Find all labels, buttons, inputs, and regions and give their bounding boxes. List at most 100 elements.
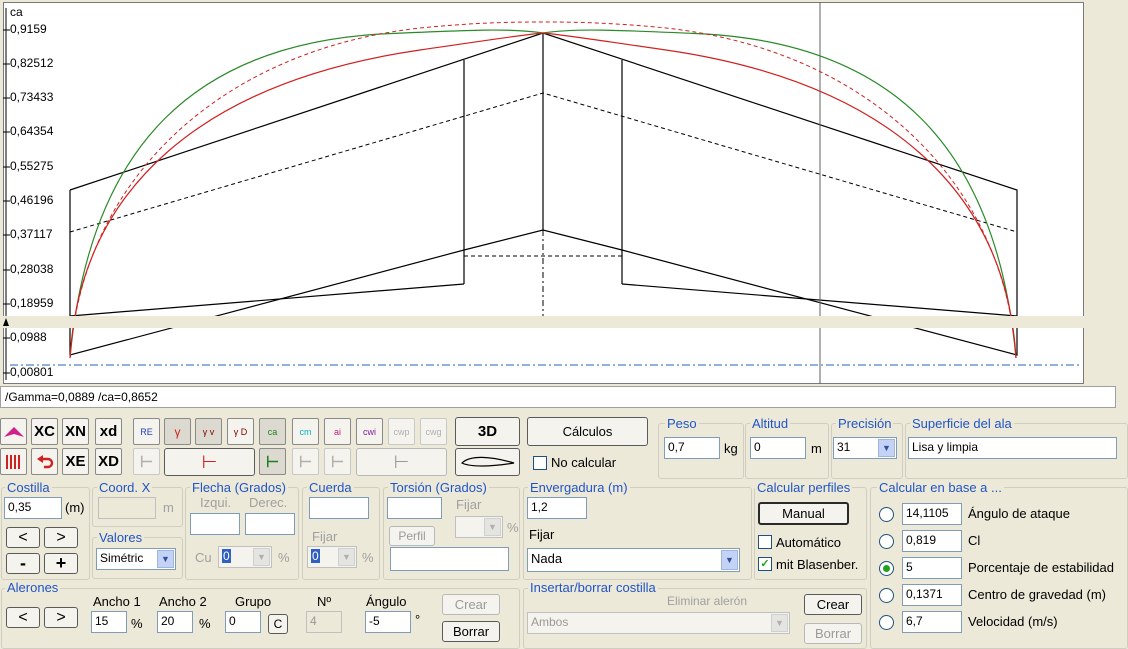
aleron-prev-button[interactable]: < [6,607,40,628]
chevron-down-icon[interactable]: ▼ [338,548,355,566]
calc-base-input[interactable]: 6,7 [902,611,962,633]
envergadura-input[interactable]: 1,2 [527,497,587,519]
xc-button[interactable]: XC [31,418,58,445]
cuerda-input[interactable] [309,497,369,519]
superficie-field[interactable]: Lisa y limpia [908,437,1117,459]
curve-gamma-button[interactable]: γ [164,418,191,445]
costilla-borrar-button[interactable]: Borrar [804,623,862,644]
envergadura-fijar-select[interactable]: Nada ▼ [527,548,740,572]
curve-cm-button[interactable]: cm [292,418,319,445]
y-tick-label: 0,73433 [10,90,54,104]
costilla-title: Costilla [5,480,52,495]
precision-select[interactable]: 31 ▼ [833,437,897,459]
torsion-input[interactable] [387,497,442,519]
blasenber-checkbox[interactable]: ✓ [758,557,772,571]
costilla-next-button[interactable]: > [44,527,78,548]
torsion-fijar-select[interactable]: ▼ [455,516,503,538]
aleron-crear-button[interactable]: Crear [442,594,500,615]
coordx-input[interactable] [98,497,156,519]
y-axis-label: ca [10,5,23,19]
altitud-unit: m [811,441,822,456]
peso-input[interactable]: 0,7 [664,437,720,459]
curve-gamma-d-button[interactable]: γ D [227,418,254,445]
chevron-down-icon[interactable]: ▼ [878,439,895,457]
ambos-select[interactable]: Ambos ▼ [527,612,790,634]
xd-button[interactable]: XD [95,448,122,475]
view-3d-button[interactable]: 3D [455,417,520,446]
xe-button[interactable]: XE [62,448,89,475]
ancho1-input[interactable]: 15 [91,611,127,633]
xn-button[interactable]: XN [62,418,89,445]
align-center-red-button[interactable]: ⊢ [164,448,255,476]
align-2-button[interactable]: ⊢ [292,448,319,475]
calc-base-radio[interactable] [879,615,894,630]
calc-base-radio[interactable] [879,507,894,522]
calculos-button[interactable]: Cálculos [527,417,648,446]
costilla-crear-button[interactable]: Crear [804,594,862,615]
calc-base-radio[interactable] [879,588,894,603]
valores-select[interactable]: Simétric ▼ [96,548,176,570]
peso-title: Peso [665,416,699,431]
wing-view-button[interactable] [0,418,27,445]
chevron-down-icon[interactable]: ▼ [771,614,788,632]
grupo-input[interactable]: 0 [225,611,261,633]
calc-base-input[interactable]: 0,1371 [902,584,962,606]
n-input[interactable]: 4 [306,611,342,633]
ancho2-input[interactable]: 20 [157,611,193,633]
calc-perfiles-title: Calcular perfiles [755,480,853,495]
calc-base-radio[interactable] [879,534,894,549]
angulo-input[interactable]: -5 [365,611,411,633]
no-calcular-checkbox[interactable] [533,456,547,470]
align-red-icon: ⊢ [201,451,218,472]
airfoil-button[interactable] [455,448,520,476]
angulo-label: Ángulo [366,594,407,609]
calc-base-input[interactable]: 14,1105 [902,503,962,525]
flecha-cu-select[interactable]: 0 ▼ [218,546,272,568]
chevron-down-icon[interactable]: ▼ [253,548,270,566]
costilla-prev-button[interactable]: < [6,527,40,548]
grupo-c-button[interactable]: C [268,614,288,634]
y-tick-label: 0,9159 [10,22,47,36]
altitud-input[interactable]: 0 [750,437,806,459]
undo-icon [36,454,53,468]
curve-gamma-v-button[interactable]: γ v [195,418,222,445]
torsion-perfil-field[interactable] [390,547,509,571]
calcular-base-title: Calcular en base a ... [877,480,1004,495]
calc-base-radio[interactable] [879,561,894,576]
curve-cwp-button[interactable]: cwp [388,418,415,445]
align-green-button[interactable]: ⊢ [259,448,286,475]
chevron-down-icon[interactable]: ▼ [484,518,501,536]
automatico-checkbox[interactable] [758,535,772,549]
chevron-down-icon[interactable]: ▼ [721,550,738,570]
cuerda-fijar-select[interactable]: 0 ▼ [307,546,357,568]
flecha-izq-input[interactable] [190,513,240,535]
align-wide-button[interactable]: ⊢ [356,448,447,476]
calc-base-input[interactable]: 0,819 [902,530,962,552]
flecha-der-input[interactable] [245,513,295,535]
y-tick-label: 0,18959 [10,296,54,310]
curve-cwi-button[interactable]: cwi [356,418,383,445]
costilla-minus-button[interactable]: - [6,553,40,574]
aleron-borrar-button[interactable]: Borrar [442,621,500,642]
costilla-input[interactable]: 0,35 [4,497,62,519]
align-3-button[interactable]: ⊢ [324,448,351,475]
precision-title: Precisión [836,416,894,431]
cuerda-title: Cuerda [307,480,354,495]
manual-button[interactable]: Manual [758,502,849,525]
calc-base-input[interactable]: 5 [902,557,962,579]
curve-ca-button[interactable]: ca [259,418,286,445]
curve-cwg-button[interactable]: cwg [420,418,447,445]
ribs-view-button[interactable] [0,448,27,475]
flecha-pct: % [278,550,290,565]
chevron-down-icon[interactable]: ▼ [157,550,174,568]
costilla-plus-button[interactable]: + [44,553,78,574]
ancho2-label: Ancho 2 [159,594,207,609]
perfil-button[interactable]: Perfil [389,526,435,546]
aleron-next-button[interactable]: > [44,607,78,628]
xd-lower-button[interactable]: xd [95,418,122,445]
undo-button[interactable] [31,448,58,475]
curve-re-button[interactable]: RE [133,418,160,445]
curve-ai-button[interactable]: ai [324,418,351,445]
align-left-button[interactable]: ⊢ [133,448,160,475]
envergadura-fijar-label: Fijar [529,527,555,542]
